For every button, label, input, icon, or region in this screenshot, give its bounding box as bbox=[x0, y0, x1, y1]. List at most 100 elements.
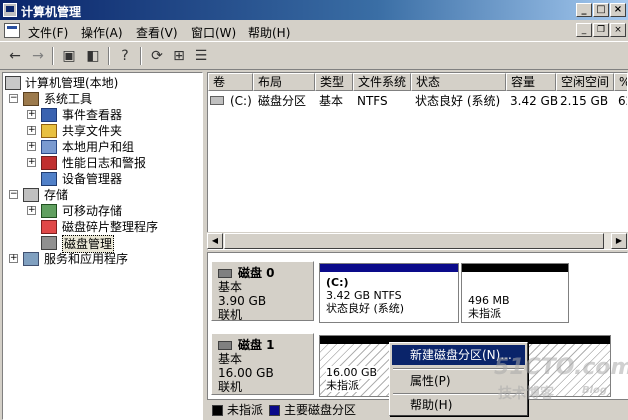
expand-icon[interactable]: + bbox=[27, 126, 36, 135]
column-header-filesystem[interactable]: 文件系统 bbox=[353, 73, 411, 91]
properties-icon[interactable]: ☰ bbox=[190, 46, 212, 66]
help-topics-icon[interactable]: ? bbox=[114, 46, 136, 66]
tree-item-label: 磁盘碎片整理程序 bbox=[62, 220, 159, 234]
up-folder-icon[interactable]: ▣ bbox=[58, 46, 80, 66]
toolbar: ← → ▣ ◧ ? ⟳ ⊞ ☰ bbox=[0, 43, 628, 70]
menu-item-properties[interactable]: 属性(P) bbox=[392, 371, 525, 391]
expand-icon[interactable]: + bbox=[9, 254, 18, 263]
disk-name: 磁盘 1 bbox=[238, 338, 275, 352]
disk-type: 基本 bbox=[218, 280, 243, 294]
cell-filesystem: NTFS bbox=[357, 94, 388, 108]
toolbar-separator bbox=[108, 47, 110, 65]
collapse-icon[interactable]: − bbox=[9, 190, 18, 199]
expand-icon[interactable]: + bbox=[27, 206, 36, 215]
volume-list[interactable]: 卷 布局 类型 文件系统 状态 容量 空闲空间 % (C:) 磁盘分区 基本 N… bbox=[207, 72, 628, 250]
minimize-button[interactable]: _ bbox=[576, 3, 592, 17]
column-header-layout[interactable]: 布局 bbox=[253, 73, 315, 91]
show-hide-tree-icon[interactable]: ◧ bbox=[82, 46, 104, 66]
maximize-button[interactable]: □ bbox=[593, 3, 609, 17]
tree-item-label: 本地用户和组 bbox=[62, 140, 135, 154]
menu-separator bbox=[393, 368, 524, 370]
computer-icon bbox=[5, 76, 21, 90]
toolbox-icon bbox=[23, 92, 39, 106]
collapse-icon[interactable]: − bbox=[9, 94, 18, 103]
cell-volume: (C:) bbox=[230, 94, 252, 108]
partition-c[interactable]: (C:) 3.42 GB NTFS 状态良好 (系统) bbox=[319, 263, 459, 323]
toolbar-separator bbox=[52, 47, 54, 65]
window-title: 计算机管理 bbox=[21, 5, 82, 19]
horizontal-scrollbar[interactable]: ◀ ▶ bbox=[207, 232, 628, 249]
expand-icon[interactable]: + bbox=[27, 142, 36, 151]
legend-label-primary: 主要磁盘分区 bbox=[284, 403, 357, 417]
tree-item-label: 设备管理器 bbox=[62, 172, 123, 186]
partition-label: (C:) bbox=[326, 276, 349, 289]
tree-item-label: 共享文件夹 bbox=[62, 124, 123, 138]
export-list-icon[interactable]: ⊞ bbox=[168, 46, 190, 66]
console-tree[interactable]: 计算机管理(本地) − 系统工具 + 事件查看器 + 共享文件夹 + 本地用户和… bbox=[2, 72, 203, 420]
disk-management-icon bbox=[41, 236, 57, 250]
column-header-percent[interactable]: % bbox=[614, 73, 627, 91]
menu-item-new-partition[interactable]: 新建磁盘分区(N)... bbox=[392, 345, 525, 365]
users-icon bbox=[41, 140, 57, 154]
menu-action[interactable]: 操作(A) bbox=[81, 24, 123, 41]
partition-unallocated-disk0[interactable]: 496 MB 未指派 bbox=[461, 263, 569, 323]
removable-storage-icon bbox=[41, 204, 57, 218]
disk-icon bbox=[218, 341, 232, 350]
column-header-free-space[interactable]: 空闲空间 bbox=[556, 73, 614, 91]
menu-item-help[interactable]: 帮助(H) bbox=[392, 395, 525, 415]
mdi-minimize-button[interactable]: _ bbox=[576, 23, 592, 37]
disk-name: 磁盘 0 bbox=[238, 266, 275, 280]
cell-capacity: 3.42 GB bbox=[510, 94, 559, 108]
context-menu: 新建磁盘分区(N)... 属性(P) 帮助(H) bbox=[389, 342, 528, 416]
expand-icon[interactable]: + bbox=[27, 110, 36, 119]
tree-item-label: 计算机管理(本地) bbox=[25, 76, 119, 90]
mdi-restore-button[interactable]: ❐ bbox=[593, 23, 609, 37]
tree-item-label: 系统工具 bbox=[44, 92, 93, 106]
services-icon bbox=[23, 252, 39, 266]
tree-item-label: 事件查看器 bbox=[62, 108, 123, 122]
shared-folder-icon bbox=[41, 124, 57, 138]
legend-swatch-unallocated bbox=[212, 405, 223, 416]
menu-help[interactable]: 帮助(H) bbox=[248, 24, 290, 41]
partition-size: 496 MB bbox=[468, 294, 510, 307]
disk-state: 联机 bbox=[218, 380, 243, 394]
primary-partition-bar bbox=[320, 264, 458, 272]
menu-view[interactable]: 查看(V) bbox=[136, 24, 178, 41]
refresh-icon[interactable]: ⟳ bbox=[146, 46, 168, 66]
menu-file[interactable]: 文件(F) bbox=[28, 24, 68, 41]
disk-0-info[interactable]: 磁盘 0 基本 3.90 GB 联机 bbox=[211, 261, 314, 322]
column-header-capacity[interactable]: 容量 bbox=[506, 73, 556, 91]
expand-icon[interactable]: + bbox=[27, 158, 36, 167]
column-header-type[interactable]: 类型 bbox=[315, 73, 353, 91]
console-document-icon[interactable] bbox=[4, 23, 20, 38]
tree-item-label: 可移动存储 bbox=[62, 204, 123, 218]
title-bar[interactable]: 计算机管理 _ □ × bbox=[0, 0, 628, 20]
tree-item-label: 存储 bbox=[44, 188, 69, 202]
scroll-left-button[interactable]: ◀ bbox=[207, 233, 223, 249]
disk-state: 联机 bbox=[218, 308, 243, 322]
disk-1-info[interactable]: 磁盘 1 基本 16.00 GB 联机 bbox=[211, 333, 314, 395]
menu-window[interactable]: 窗口(W) bbox=[191, 24, 236, 41]
scroll-right-button[interactable]: ▶ bbox=[611, 233, 627, 249]
close-button[interactable]: × bbox=[610, 3, 626, 17]
partition-status: 未指派 bbox=[468, 307, 501, 320]
scroll-thumb[interactable] bbox=[224, 233, 604, 249]
storage-icon bbox=[23, 188, 39, 202]
column-header-status[interactable]: 状态 bbox=[411, 73, 506, 91]
back-icon[interactable]: ← bbox=[4, 46, 26, 66]
partition-status: 未指派 bbox=[326, 379, 359, 392]
cell-status: 状态良好 (系统) bbox=[415, 94, 501, 108]
cell-free-space: 2.15 GB bbox=[560, 94, 609, 108]
mdi-close-button[interactable]: × bbox=[610, 23, 626, 37]
disk-icon bbox=[218, 269, 232, 278]
volume-drive-icon bbox=[210, 96, 224, 105]
performance-icon bbox=[41, 156, 57, 170]
toolbar-separator bbox=[140, 47, 142, 65]
tree-item-label: 性能日志和警报 bbox=[62, 156, 147, 170]
forward-icon[interactable]: → bbox=[27, 46, 49, 66]
column-header-volume[interactable]: 卷 bbox=[208, 73, 253, 91]
cell-percent: 62 bbox=[618, 94, 627, 108]
legend-label-unallocated: 未指派 bbox=[227, 403, 264, 417]
tree-item-label: 服务和应用程序 bbox=[44, 252, 129, 266]
computer-management-icon bbox=[3, 3, 17, 17]
